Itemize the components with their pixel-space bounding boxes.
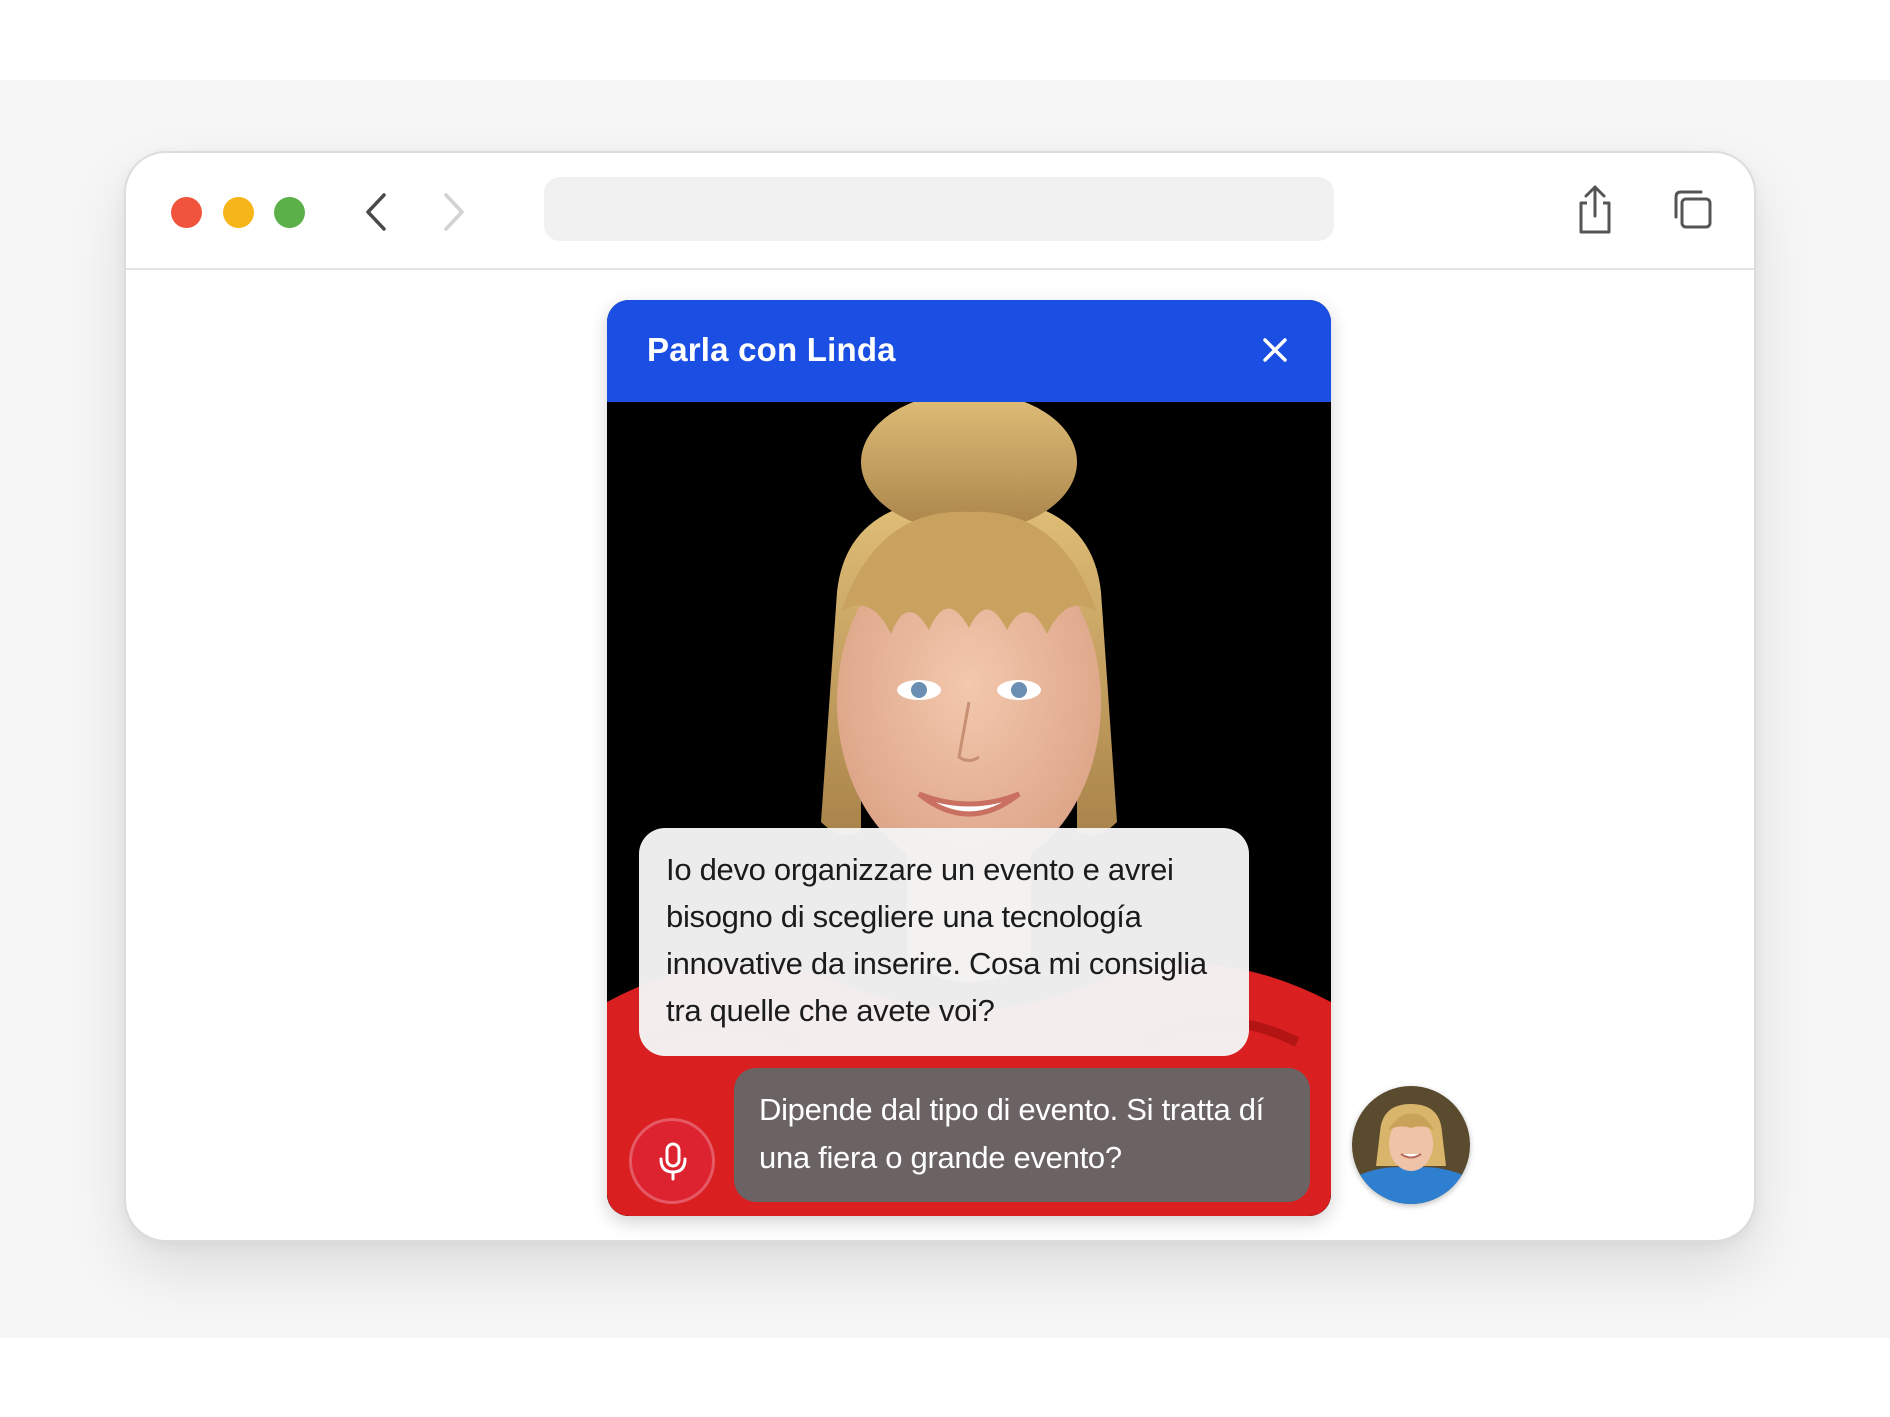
maximize-window-button[interactable] <box>274 197 305 228</box>
microphone-icon <box>659 1142 687 1181</box>
widget-header: Parla con Linda <box>607 300 1331 402</box>
close-button[interactable] <box>1255 330 1295 370</box>
agent-message-bubble: Dipende dal tipo di evento. Si tratta dí… <box>734 1068 1310 1202</box>
tabs-button[interactable] <box>1668 183 1718 237</box>
chevron-left-icon <box>366 193 386 231</box>
minimize-window-button[interactable] <box>223 197 254 228</box>
agent-avatar[interactable] <box>1352 1086 1470 1204</box>
user-message-text: Io devo organizzare un evento e avrei bi… <box>666 852 1207 1028</box>
address-bar[interactable] <box>544 177 1334 241</box>
share-icon <box>1579 185 1611 234</box>
avatar-thumbnail <box>1352 1086 1470 1204</box>
share-button[interactable] <box>1570 183 1620 237</box>
chat-widget: Parla con Linda Io devo organizzare un e… <box>607 300 1331 1216</box>
agent-message-text: Dipende dal tipo di evento. Si tratta dí… <box>759 1092 1264 1175</box>
close-window-button[interactable] <box>171 197 202 228</box>
close-icon <box>1263 338 1287 362</box>
browser-toolbar <box>126 153 1754 270</box>
back-button[interactable] <box>354 187 402 237</box>
tabs-icon <box>1674 190 1712 229</box>
chevron-right-icon <box>444 193 464 231</box>
microphone-button[interactable] <box>629 1118 715 1204</box>
widget-title: Parla con Linda <box>647 331 896 368</box>
forward-button[interactable] <box>428 187 476 237</box>
user-message-bubble: Io devo organizzare un evento e avrei bi… <box>639 828 1249 1056</box>
